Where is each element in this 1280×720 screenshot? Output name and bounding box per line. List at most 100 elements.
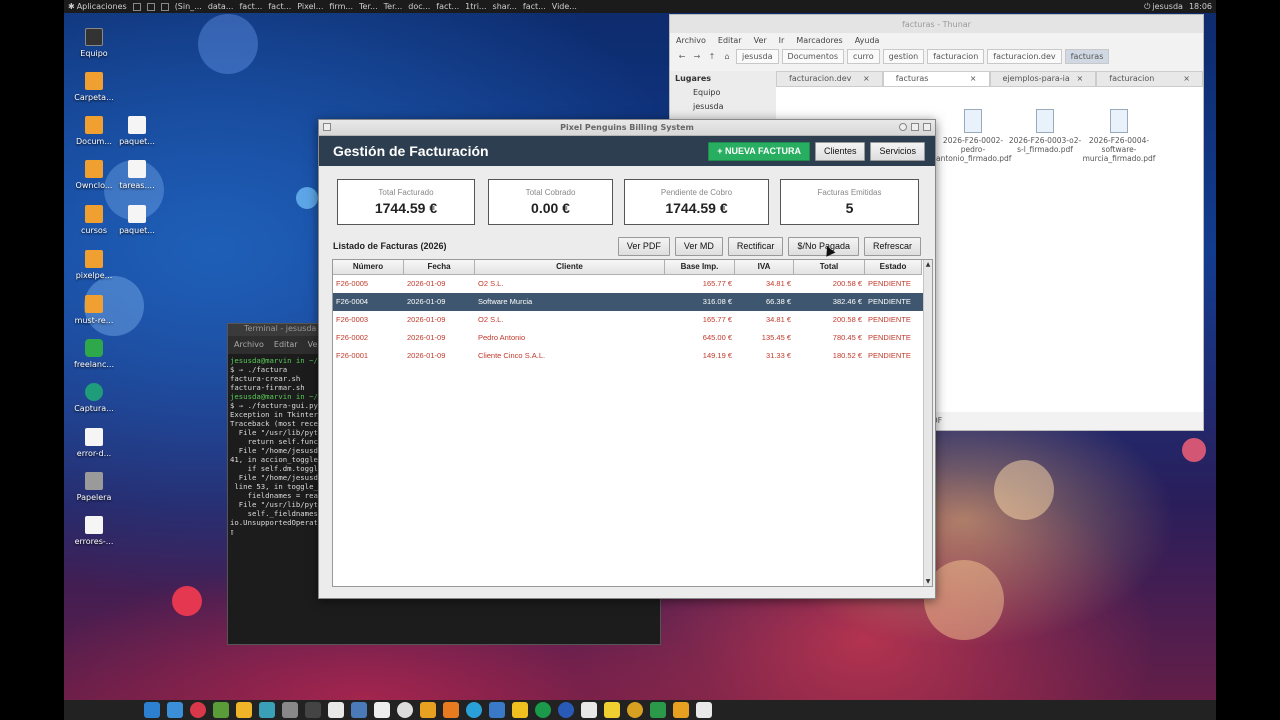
fm-menu-item[interactable]: Editar	[718, 36, 742, 45]
column-header[interactable]: Estado	[865, 260, 922, 275]
table-row[interactable]: F26-0003 2026-01-09 O2 S.L. 165.77 € 34.…	[333, 311, 932, 329]
task-item[interactable]: Pixel...	[297, 2, 323, 11]
fm-menu-item[interactable]: Archivo	[676, 36, 706, 45]
settings-app-icon[interactable]	[305, 702, 321, 718]
calendar-app-icon[interactable]	[581, 702, 597, 718]
scroll-up-icon[interactable]: ▲	[924, 260, 932, 269]
monitor-app-icon[interactable]	[167, 702, 183, 718]
task-item[interactable]: fact...	[268, 2, 291, 11]
path-crumb[interactable]: facturacion.dev	[987, 48, 1062, 64]
archive-app-icon[interactable]	[420, 702, 436, 718]
mask-app-icon[interactable]	[282, 702, 298, 718]
minimize-icon[interactable]	[911, 123, 919, 131]
sidebar-item-equipo[interactable]: Equipo	[675, 88, 771, 97]
chrome-app-icon[interactable]	[328, 702, 344, 718]
table-scrollbar[interactable]: ▲ ▼	[923, 260, 932, 586]
services-button[interactable]: Servicios	[870, 141, 925, 161]
terminal-output[interactable]: jesusda@marvin in ~/D $ → ./factura factur…	[228, 354, 320, 538]
terminal-menu-item[interactable]: Editar	[274, 340, 298, 350]
fm-menu-item[interactable]: Marcadores	[796, 36, 842, 45]
new-invoice-button[interactable]: + NUEVA FACTURA	[708, 141, 810, 161]
close-icon[interactable]: ×	[970, 74, 977, 84]
firefox-app-icon[interactable]	[443, 702, 459, 718]
table-row[interactable]: F26-0002 2026-01-09 Pedro Antonio 645.00…	[333, 329, 932, 347]
workspace-1[interactable]	[132, 2, 141, 11]
back-arrow-icon[interactable]: ←	[676, 52, 688, 61]
desktop-icon[interactable]: Carpeta...	[69, 72, 119, 102]
billing-titlebar[interactable]: Pixel Penguins Billing System	[319, 120, 935, 136]
file-item[interactable]: 2026-F26-0002-pedro-antonio_firmado.pdf	[936, 109, 1011, 163]
column-header[interactable]: Fecha	[404, 260, 475, 275]
mail-app-icon[interactable]	[673, 702, 689, 718]
window-menu-icon[interactable]	[323, 123, 331, 131]
task-item[interactable]: doc...	[408, 2, 430, 11]
table-row-selected[interactable]: F26-0004 2026-01-09 Software Murcia 316.…	[333, 293, 932, 311]
desktop-icon[interactable]: Captura...	[69, 383, 119, 413]
clients-button[interactable]: Clientes	[814, 141, 866, 161]
coin-app-icon[interactable]	[627, 702, 643, 718]
lock-app-icon[interactable]	[236, 702, 252, 718]
fm-menu-item[interactable]: Ir	[779, 36, 785, 45]
task-item[interactable]: fact...	[436, 2, 459, 11]
terminal-menu-item[interactable]: Archivo	[234, 340, 264, 350]
close-icon[interactable]: ×	[1183, 74, 1190, 84]
rectify-button[interactable]: Rectificar	[727, 236, 784, 256]
column-header[interactable]: IVA	[735, 260, 794, 275]
drop-app-icon[interactable]	[489, 702, 505, 718]
close-icon[interactable]: ×	[863, 74, 870, 84]
spotify-app-icon[interactable]	[535, 702, 551, 718]
task-item[interactable]: (Sin_...	[175, 2, 202, 11]
notes-app-icon[interactable]	[512, 702, 528, 718]
task-item[interactable]: shar...	[493, 2, 517, 11]
image-app-icon[interactable]	[259, 702, 275, 718]
task-item[interactable]: Vide...	[552, 2, 577, 11]
file-item[interactable]: 2026-F26-0004-software-murcia_firmado.pd…	[1082, 109, 1156, 163]
editor-app-icon[interactable]	[351, 702, 367, 718]
forward-arrow-icon[interactable]: →	[691, 52, 703, 61]
view-md-button[interactable]: Ver MD	[674, 236, 723, 256]
fm-tab[interactable]: facturas ×	[882, 71, 990, 87]
desktop-app-icon[interactable]	[144, 702, 160, 718]
fm-tab[interactable]: facturacion.dev ×	[776, 71, 883, 87]
sync-app-icon[interactable]	[650, 702, 666, 718]
desktop-icon[interactable]: must-re...	[69, 295, 119, 325]
table-row[interactable]: F26-0005 2026-01-09 O2 S.L. 165.77 € 34.…	[333, 275, 932, 293]
up-arrow-icon[interactable]: ↑	[706, 52, 718, 61]
game-app-icon[interactable]	[397, 702, 413, 718]
column-header[interactable]: Base Imp.	[665, 260, 735, 275]
column-header[interactable]: Total	[794, 260, 865, 275]
scroll-down-icon[interactable]: ▼	[924, 577, 932, 586]
task-item[interactable]: data...	[208, 2, 234, 11]
task-item[interactable]: fact...	[239, 2, 262, 11]
pin-icon[interactable]	[899, 123, 907, 131]
path-crumb[interactable]: Documentos	[781, 48, 845, 64]
path-crumb[interactable]: gestion	[882, 48, 925, 64]
refresh-button[interactable]: Refrescar	[863, 236, 921, 256]
file-item[interactable]: 2026-F26-0003-o2-s-l_firmado.pdf	[1008, 109, 1082, 154]
fm-menu-item[interactable]: Ver	[754, 36, 767, 45]
path-crumb[interactable]: facturas	[1064, 48, 1110, 64]
column-header[interactable]: Cliente	[475, 260, 665, 275]
desktop-icon[interactable]: paquet...	[112, 205, 162, 235]
desktop-icon[interactable]: freelanc...	[69, 339, 119, 369]
workspace-2[interactable]	[146, 2, 155, 11]
view-pdf-button[interactable]: Ver PDF	[617, 236, 670, 256]
desktop-icon[interactable]: error-d...	[69, 428, 119, 458]
task-item[interactable]: Ter...	[384, 2, 403, 11]
monitor-widget-icon[interactable]	[696, 702, 712, 718]
desktop-icon[interactable]: Papelera	[69, 472, 119, 502]
desktop-icon[interactable]: Equipo	[69, 28, 119, 58]
desktop-icon[interactable]: pixelpe...	[69, 250, 119, 280]
path-crumb[interactable]: curro	[847, 48, 880, 64]
terminal-app-icon[interactable]	[213, 702, 229, 718]
task-item[interactable]: fact...	[523, 2, 546, 11]
telegram-app-icon[interactable]	[466, 702, 482, 718]
notepad-app-icon[interactable]	[604, 702, 620, 718]
download-app-icon[interactable]	[190, 702, 206, 718]
workspace-3[interactable]	[160, 2, 169, 11]
task-item[interactable]: firm...	[329, 2, 353, 11]
path-crumb[interactable]: facturacion	[927, 48, 985, 64]
clock[interactable]: 18:06	[1189, 2, 1212, 11]
desktop-icon[interactable]: errores-...	[69, 516, 119, 546]
task-item[interactable]: 1tri...	[465, 2, 486, 11]
